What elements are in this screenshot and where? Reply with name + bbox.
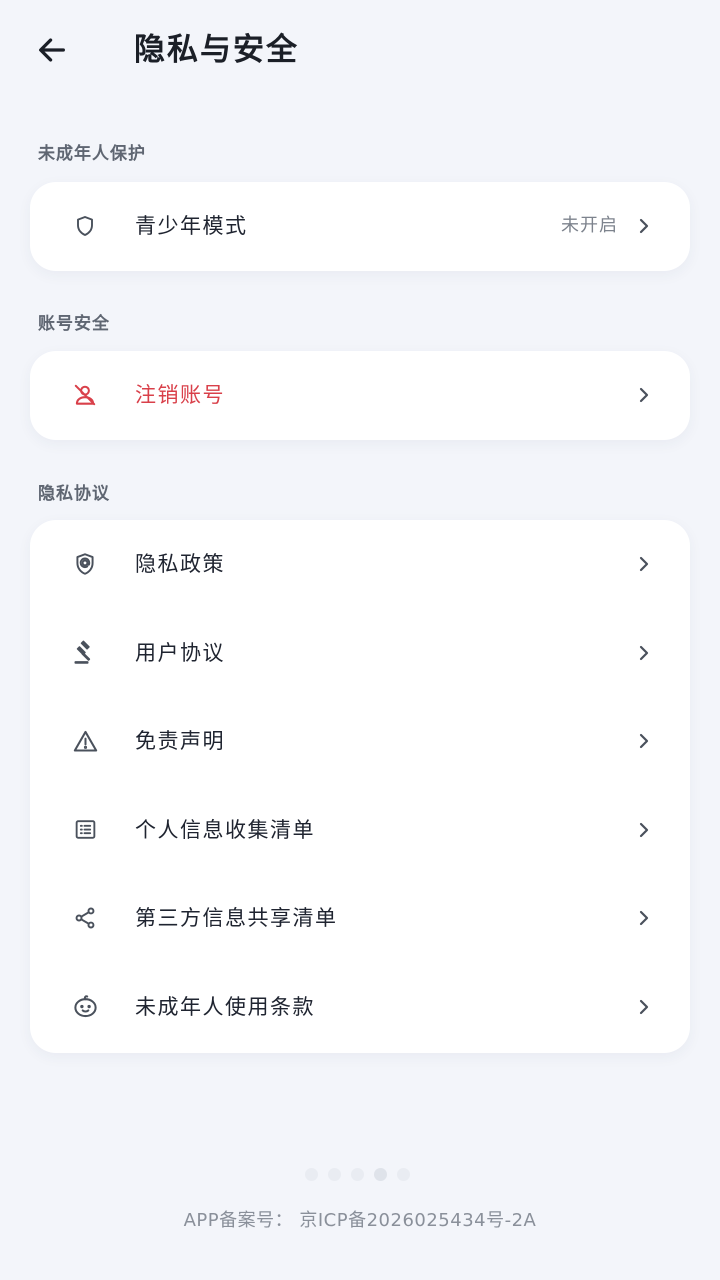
chevron-right-icon xyxy=(636,385,652,405)
teen-mode-status: 未开启 xyxy=(561,215,618,237)
back-button[interactable] xyxy=(28,26,76,74)
user-off-icon xyxy=(70,380,100,410)
row-label: 未成年人使用条款 xyxy=(135,994,315,1019)
list-icon xyxy=(70,815,100,845)
row-delete-account[interactable]: 注销账号 xyxy=(30,351,690,440)
card-account-security: 注销账号 xyxy=(30,351,690,440)
app-header: 隐私与安全 xyxy=(0,0,720,100)
share-icon xyxy=(70,903,100,933)
shield-user-icon xyxy=(70,549,100,579)
row-user-agreement[interactable]: 用户协议 xyxy=(30,609,690,698)
privacy-security-page: 隐私与安全 未成年人保护 青少年模式 未开启 账号安全 注销账号 隐私协议 隐私… xyxy=(0,0,720,1280)
page-indicator-dot xyxy=(351,1167,364,1181)
card-minor-protection: 青少年模式 未开启 xyxy=(30,182,690,271)
page-indicator-dot-active xyxy=(374,1167,387,1181)
row-label: 免责声明 xyxy=(135,729,225,754)
row-label: 用户协议 xyxy=(135,640,225,665)
child-icon xyxy=(70,992,100,1022)
section-label-account-security: 账号安全 xyxy=(38,314,110,334)
row-label: 第三方信息共享清单 xyxy=(135,906,338,931)
section-label-privacy-agreements: 隐私协议 xyxy=(38,484,110,504)
page-indicator-dot xyxy=(328,1167,341,1181)
row-personal-info-list[interactable]: 个人信息收集清单 xyxy=(30,786,690,875)
page-indicator-dot xyxy=(397,1167,410,1181)
row-label: 个人信息收集清单 xyxy=(135,817,315,842)
section-label-minor-protection: 未成年人保护 xyxy=(38,144,146,164)
page-title: 隐私与安全 xyxy=(134,32,299,68)
row-teen-mode[interactable]: 青少年模式 未开启 xyxy=(30,182,690,271)
chevron-right-icon xyxy=(636,643,652,663)
chevron-right-icon xyxy=(636,997,652,1017)
warning-icon xyxy=(70,726,100,756)
row-disclaimer[interactable]: 免责声明 xyxy=(30,697,690,786)
gavel-icon xyxy=(70,638,100,668)
arrow-left-icon xyxy=(39,38,65,62)
chevron-right-icon xyxy=(636,731,652,751)
row-minor-terms[interactable]: 未成年人使用条款 xyxy=(30,963,690,1052)
page-indicator xyxy=(305,1166,415,1182)
shield-icon xyxy=(70,211,100,241)
row-privacy-policy[interactable]: 隐私政策 xyxy=(30,520,690,609)
chevron-right-icon xyxy=(636,554,652,574)
row-third-party-sharing[interactable]: 第三方信息共享清单 xyxy=(30,874,690,963)
chevron-right-icon xyxy=(636,908,652,928)
row-label: 注销账号 xyxy=(135,383,225,408)
chevron-right-icon xyxy=(636,820,652,840)
row-label: 青少年模式 xyxy=(135,214,248,239)
icp-filing-text: APP备案号： 京ICP备2026025434号-2A xyxy=(183,1210,537,1231)
chevron-right-icon xyxy=(636,216,652,236)
page-indicator-dot xyxy=(305,1167,318,1181)
card-privacy-agreements: 隐私政策 用户协议 免责声明 个人信息收集清单 第三方信息共享清单 未成年人使用… xyxy=(30,520,690,1053)
row-label: 隐私政策 xyxy=(135,552,225,577)
